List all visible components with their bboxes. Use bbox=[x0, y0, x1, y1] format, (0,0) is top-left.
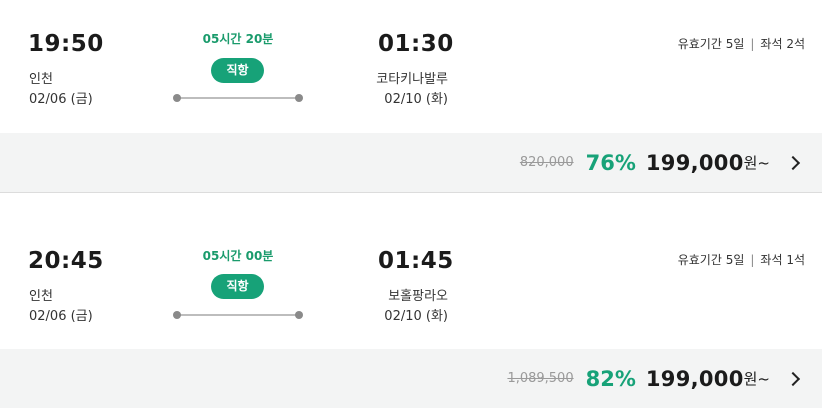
sale-price: 199,000 bbox=[645, 150, 744, 175]
arrival-city: 코타키나발루 bbox=[376, 72, 448, 87]
departure-city: 인천 bbox=[29, 72, 53, 87]
departure-date: 02/06 (금) bbox=[29, 309, 93, 324]
direct-badge: 직항 bbox=[211, 274, 264, 299]
departure-time: 19:50 bbox=[28, 31, 104, 57]
sale-price: 199,000 bbox=[645, 366, 744, 391]
chevron-right-icon[interactable] bbox=[785, 155, 801, 170]
flight-card[interactable]: 20:45 인천 02/06 (금) 05시간 00분 직항 01:45 보홀팡… bbox=[0, 213, 822, 408]
route-start-dot bbox=[173, 311, 181, 319]
arrival-date: 02/10 (화) bbox=[384, 309, 448, 324]
original-price: 820,000 bbox=[519, 155, 574, 170]
route-end-dot bbox=[295, 94, 303, 102]
flight-card[interactable]: 19:50 인천 02/06 (금) 05시간 20분 직항 01:30 코타키… bbox=[0, 0, 822, 193]
price-suffix: 원~ bbox=[743, 154, 770, 172]
flight-duration: 05시간 00분 bbox=[202, 249, 274, 263]
original-price: 1,089,500 bbox=[507, 371, 574, 386]
route-end-dot bbox=[295, 311, 303, 319]
price-suffix: 원~ bbox=[743, 370, 770, 388]
ticket-meta: 유효기간 5일 | 좌석 1석 bbox=[678, 251, 805, 268]
ticket-meta: 유효기간 5일 | 좌석 2석 bbox=[678, 35, 805, 52]
validity-period: 유효기간 5일 bbox=[677, 253, 745, 267]
price-bar[interactable]: 1,089,500 82% 199,000 원~ bbox=[0, 349, 822, 408]
price-row: 1,089,500 82% 199,000 원~ bbox=[507, 349, 802, 408]
seats-left: 좌석 1석 bbox=[760, 253, 805, 267]
flight-info: 20:45 인천 02/06 (금) 05시간 00분 직항 01:45 보홀팡… bbox=[0, 213, 822, 349]
meta-separator: | bbox=[750, 253, 755, 267]
direct-badge: 직항 bbox=[211, 58, 264, 83]
price-row: 820,000 76% 199,000 원~ bbox=[520, 133, 802, 192]
arrival-date: 02/10 (화) bbox=[384, 92, 448, 107]
route-start-dot bbox=[173, 94, 181, 102]
arrival-time: 01:45 bbox=[378, 248, 454, 274]
meta-separator: | bbox=[750, 37, 755, 51]
seats-left: 좌석 2석 bbox=[760, 37, 805, 51]
departure-time: 20:45 bbox=[28, 248, 104, 274]
departure-city: 인천 bbox=[29, 289, 53, 304]
discount-rate: 82% bbox=[585, 366, 636, 391]
validity-period: 유효기간 5일 bbox=[677, 37, 745, 51]
flight-info: 19:50 인천 02/06 (금) 05시간 20분 직항 01:30 코타키… bbox=[0, 0, 822, 133]
flight-duration: 05시간 20분 bbox=[202, 32, 274, 46]
price-bar[interactable]: 820,000 76% 199,000 원~ bbox=[0, 133, 822, 193]
route-line bbox=[173, 94, 303, 102]
arrival-city: 보홀팡라오 bbox=[388, 289, 448, 304]
chevron-right-icon[interactable] bbox=[785, 371, 801, 386]
departure-date: 02/06 (금) bbox=[29, 92, 93, 107]
arrival-time: 01:30 bbox=[378, 31, 454, 57]
discount-rate: 76% bbox=[585, 150, 636, 175]
route-line bbox=[173, 311, 303, 319]
